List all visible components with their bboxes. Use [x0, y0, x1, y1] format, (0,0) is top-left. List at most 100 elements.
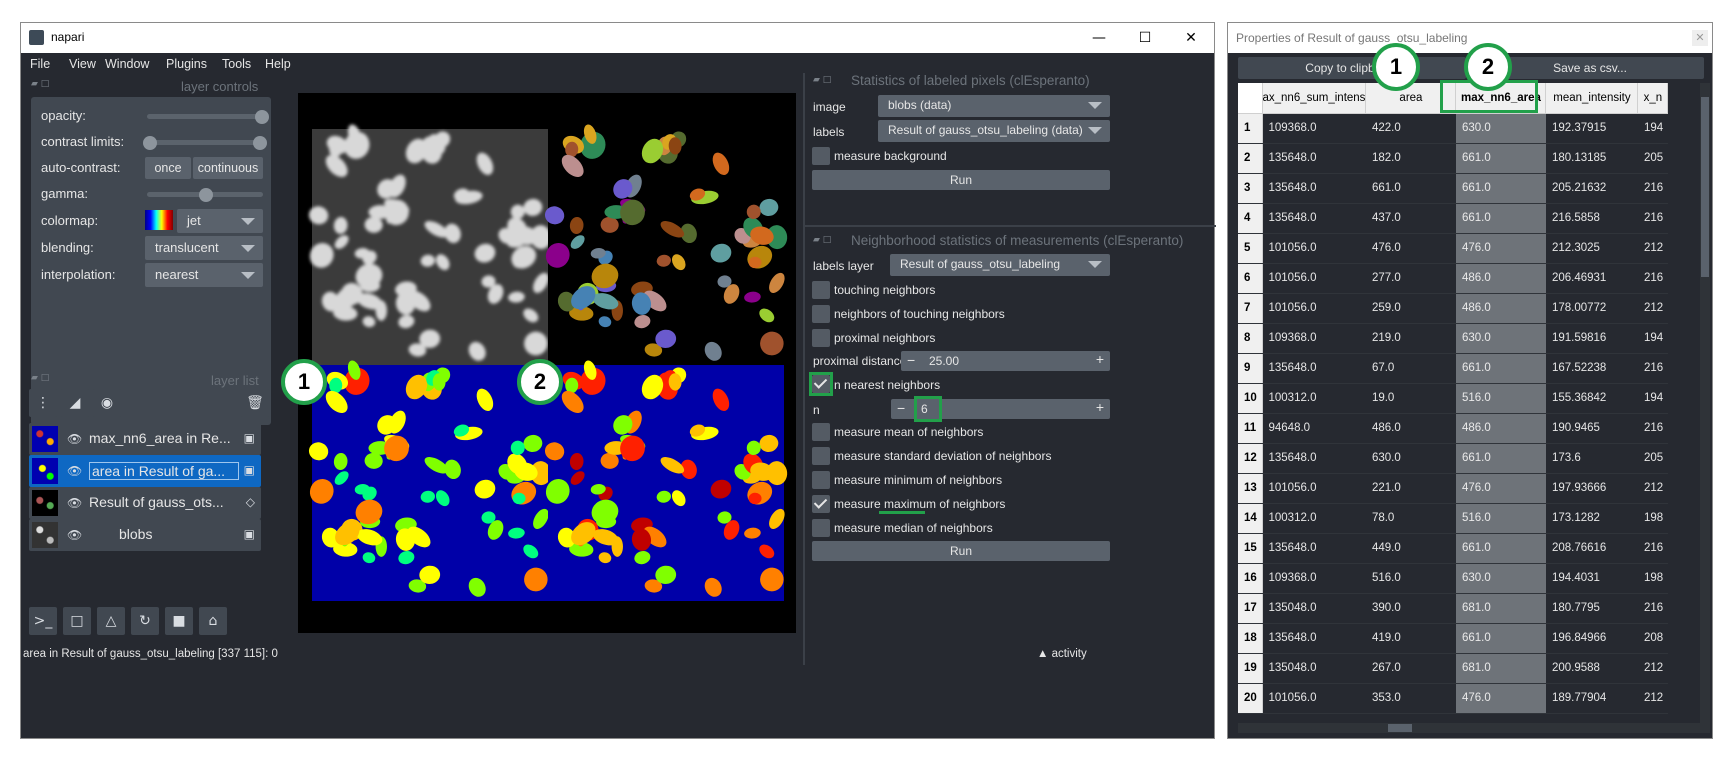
table-row[interactable]: 5 101056.0 476.0 476.0 212.3025 212	[1238, 233, 1668, 264]
measure-max-checkbox[interactable]	[812, 495, 830, 513]
table-row[interactable]: 2 135648.0 182.0 661.0 180.13185 205	[1238, 143, 1668, 174]
eye-icon[interactable]: 👁	[67, 496, 82, 510]
table-cell[interactable]: 353.0	[1365, 683, 1456, 714]
menu-window[interactable]: Window	[105, 57, 149, 71]
cell-max-nn6-area[interactable]: 486.0	[1455, 413, 1546, 444]
cell-max-nn6-area[interactable]: 661.0	[1455, 443, 1546, 474]
row-header[interactable]: 8	[1238, 323, 1263, 354]
table-cell[interactable]: 486.0	[1365, 413, 1456, 444]
table-cell[interactable]: 173.6	[1545, 443, 1638, 474]
neighbors-of-touching-checkbox[interactable]	[812, 305, 830, 323]
table-cell[interactable]: 216	[1637, 353, 1668, 384]
table-row[interactable]: 10 100312.0 19.0 516.0 155.36842 194	[1238, 383, 1668, 414]
column-header[interactable]: x_n	[1637, 83, 1669, 114]
eye-icon[interactable]: 👁	[67, 464, 82, 478]
row-header[interactable]: 12	[1238, 443, 1263, 474]
cell-max-nn6-area[interactable]: 516.0	[1455, 503, 1546, 534]
continuous-button[interactable]: continuous	[193, 157, 263, 179]
touching-neighbors-checkbox[interactable]	[812, 281, 830, 299]
table-cell[interactable]: 190.9465	[1545, 413, 1638, 444]
minus-icon[interactable]: −	[897, 400, 905, 416]
table-cell[interactable]: 94648.0	[1262, 413, 1366, 444]
table-cell[interactable]: 208	[1637, 623, 1668, 654]
table-cell[interactable]: 167.52238	[1545, 353, 1638, 384]
table-cell[interactable]: 208.76616	[1545, 533, 1638, 564]
table-cell[interactable]: 100312.0	[1262, 503, 1366, 534]
table-row[interactable]: 4 135648.0 437.0 661.0 216.5858 216	[1238, 203, 1668, 234]
table-row[interactable]: 13 101056.0 221.0 476.0 197.93666 212	[1238, 473, 1668, 504]
layer-item-blobs[interactable]: 👁 blobs ▣	[29, 519, 261, 551]
statistics-run-button[interactable]: Run	[812, 170, 1110, 190]
eye-icon[interactable]: 👁	[67, 528, 82, 542]
table-cell[interactable]: 192.37915	[1545, 113, 1638, 144]
blending-select[interactable]: translucent	[145, 236, 263, 260]
cell-max-nn6-area[interactable]: 630.0	[1455, 323, 1546, 354]
table-cell[interactable]: 449.0	[1365, 533, 1456, 564]
measure-std-checkbox[interactable]	[812, 447, 830, 465]
table-cell[interactable]: 78.0	[1365, 503, 1456, 534]
cell-max-nn6-area[interactable]: 516.0	[1455, 383, 1546, 414]
cell-max-nn6-area[interactable]: 476.0	[1455, 233, 1546, 264]
dock-splitter[interactable]	[803, 73, 805, 665]
dock-float-icons[interactable]: ▰ □	[813, 75, 831, 85]
cell-max-nn6-area[interactable]: 476.0	[1455, 473, 1546, 504]
table-cell[interactable]: 194	[1637, 323, 1668, 354]
cell-max-nn6-area[interactable]: 661.0	[1455, 143, 1546, 174]
table-row[interactable]: 16 109368.0 516.0 630.0 194.4031 198	[1238, 563, 1668, 594]
menu-plugins[interactable]: Plugins	[166, 57, 207, 71]
table-cell[interactable]: 135648.0	[1262, 143, 1366, 174]
table-cell[interactable]: 259.0	[1365, 293, 1456, 324]
row-header[interactable]: 13	[1238, 473, 1263, 504]
cell-max-nn6-area[interactable]: 476.0	[1455, 683, 1546, 714]
new-labels-layer-button[interactable]: ◉	[93, 389, 121, 417]
plus-icon[interactable]: +	[1096, 399, 1104, 415]
neighbor-run-button[interactable]: Run	[812, 541, 1110, 561]
table-row[interactable]: 11 94648.0 486.0 486.0 190.9465 216	[1238, 413, 1668, 444]
table-cell[interactable]: 212	[1637, 233, 1668, 264]
table-cell[interactable]: 212.3025	[1545, 233, 1638, 264]
dock-float-icons[interactable]: ▰ □	[813, 235, 831, 245]
table-cell[interactable]: 196.84966	[1545, 623, 1638, 654]
roll-dims-icon[interactable]: ↻	[131, 607, 159, 635]
column-header[interactable]: ax_nn6_sum_intens	[1262, 83, 1367, 114]
table-cell[interactable]: 216	[1637, 203, 1668, 234]
table-row[interactable]: 18 135648.0 419.0 661.0 196.84966 208	[1238, 623, 1668, 654]
grid-icon[interactable]: ■	[165, 607, 193, 635]
table-cell[interactable]: 221.0	[1365, 473, 1456, 504]
table-cell[interactable]: 216.5858	[1545, 203, 1638, 234]
table-cell[interactable]: 178.00772	[1545, 293, 1638, 324]
row-header[interactable]: 2	[1238, 143, 1263, 174]
table-row[interactable]: 20 101056.0 353.0 476.0 189.77904 212	[1238, 683, 1668, 714]
row-header[interactable]: 7	[1238, 293, 1263, 324]
table-cell[interactable]: 216	[1637, 263, 1668, 294]
row-header[interactable]: 16	[1238, 563, 1263, 594]
cell-max-nn6-area[interactable]: 486.0	[1455, 263, 1546, 294]
menu-tools[interactable]: Tools	[222, 57, 251, 71]
table-cell[interactable]: 419.0	[1365, 623, 1456, 654]
table-cell[interactable]: 109368.0	[1262, 113, 1366, 144]
row-header[interactable]: 14	[1238, 503, 1263, 534]
table-cell[interactable]: 630.0	[1365, 443, 1456, 474]
table-cell[interactable]: 205	[1637, 443, 1668, 474]
close-icon[interactable]: ✕	[1692, 30, 1708, 46]
colormap-select[interactable]: jet	[177, 209, 263, 233]
table-cell[interactable]: 198	[1637, 563, 1668, 594]
table-cell[interactable]: 191.59816	[1545, 323, 1638, 354]
table-cell[interactable]: 100312.0	[1262, 383, 1366, 414]
vertical-scrollbar[interactable]	[1700, 83, 1710, 733]
home-icon[interactable]: ⌂	[199, 607, 227, 635]
measure-min-checkbox[interactable]	[812, 471, 830, 489]
dock-float-icons[interactable]: ▰ □	[31, 79, 49, 89]
table-row[interactable]: 15 135648.0 449.0 661.0 208.76616 216	[1238, 533, 1668, 564]
layer-item-result-labels[interactable]: 👁 Result of gauss_ots... ◇	[29, 487, 261, 519]
cell-max-nn6-area[interactable]: 661.0	[1455, 353, 1546, 384]
labels-layer-select[interactable]: Result of gauss_otsu_labeling	[890, 254, 1110, 276]
table-cell[interactable]: 155.36842	[1545, 383, 1638, 414]
labels-select[interactable]: Result of gauss_otsu_labeling (data)	[878, 120, 1110, 142]
table-cell[interactable]: 135648.0	[1262, 533, 1366, 564]
properties-table-viewport[interactable]: ax_nn6_sum_intens area max_nn6_area mean…	[1238, 83, 1702, 733]
table-cell[interactable]: 194	[1637, 383, 1668, 414]
contrast-min-handle[interactable]	[143, 136, 157, 150]
table-cell[interactable]: 437.0	[1365, 203, 1456, 234]
table-cell[interactable]: 194.4031	[1545, 563, 1638, 594]
